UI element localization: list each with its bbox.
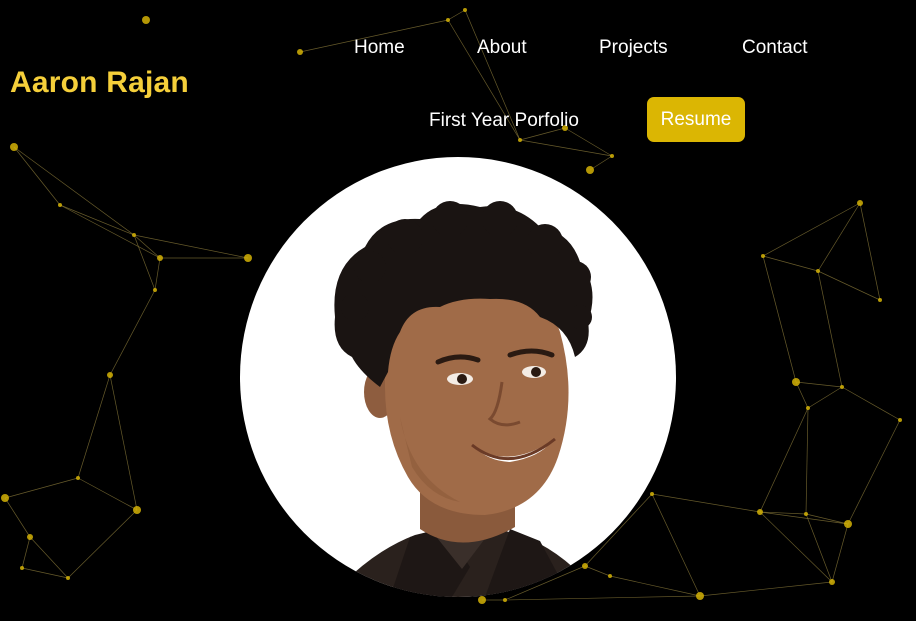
network-node [157,255,163,261]
network-link [504,595,701,601]
network-link [805,513,833,583]
network-link [4,477,79,499]
network-node [133,506,141,514]
network-node [650,492,654,496]
network-node [696,592,704,600]
profile-photo-illustration [330,201,600,597]
network-link [109,289,156,376]
network-link [609,575,701,597]
network-node [10,143,18,151]
network-link [109,374,138,511]
network-node [816,269,820,273]
network-node [142,16,150,24]
network-node [806,406,810,410]
profile-photo [240,157,676,597]
network-node [840,385,844,389]
network-node [107,372,113,378]
network-node [761,254,765,258]
network-link [699,581,833,597]
network-node [757,509,763,515]
network-link [67,509,138,579]
network-node [829,579,835,585]
network-node [153,288,157,292]
nav-link-projects[interactable]: Projects [599,37,668,59]
network-node [857,200,863,206]
network-link [795,381,809,409]
network-link [21,536,31,569]
network-node [503,598,507,602]
network-node [878,298,882,302]
network-node [844,520,852,528]
network-link [13,146,135,236]
network-link [59,204,161,259]
network-link [859,202,881,301]
network-link [29,536,69,579]
network-link [447,9,466,21]
network-link [4,497,31,538]
network-node [27,534,33,540]
network-node [586,166,594,174]
network-link [133,234,249,259]
network-node [76,476,80,480]
network-link [154,257,161,291]
network-link [133,234,156,291]
network-link [762,202,861,257]
network-link [584,565,611,577]
network-link [77,477,138,511]
network-link [759,511,833,583]
network-node [792,378,800,386]
network-node [804,512,808,516]
network-node [898,418,902,422]
network-link [762,255,819,272]
network-link [759,407,809,513]
network-link [841,386,901,421]
network-link [805,407,809,515]
network-link [77,374,111,479]
network-link [651,493,761,513]
network-node [244,254,252,262]
network-link [651,493,701,597]
network-link [59,204,135,236]
nav-link-first-year-portfolio[interactable]: First Year Porfolio [429,110,579,132]
nav-link-about[interactable]: About [477,37,527,59]
network-node [66,576,70,580]
network-node [582,563,588,569]
network-node [478,596,486,604]
network-node [610,154,614,158]
network-link [817,202,861,272]
network-node [608,574,612,578]
network-node [446,18,450,22]
network-link [817,270,881,301]
network-node [20,566,24,570]
network-node [58,203,62,207]
network-link [21,567,69,579]
site-logo-name[interactable]: Aaron Rajan [10,66,189,100]
network-node [132,233,136,237]
resume-button[interactable]: Resume [647,97,745,142]
network-node [1,494,9,502]
network-node [518,138,522,142]
network-link [795,381,843,388]
network-link [807,386,843,409]
network-link [831,523,849,583]
nav-link-home[interactable]: Home [354,37,405,59]
network-node [463,8,467,12]
network-link [847,419,901,525]
network-link [817,270,843,388]
network-link [762,255,797,383]
network-node [297,49,303,55]
nav-link-contact[interactable]: Contact [742,37,807,59]
